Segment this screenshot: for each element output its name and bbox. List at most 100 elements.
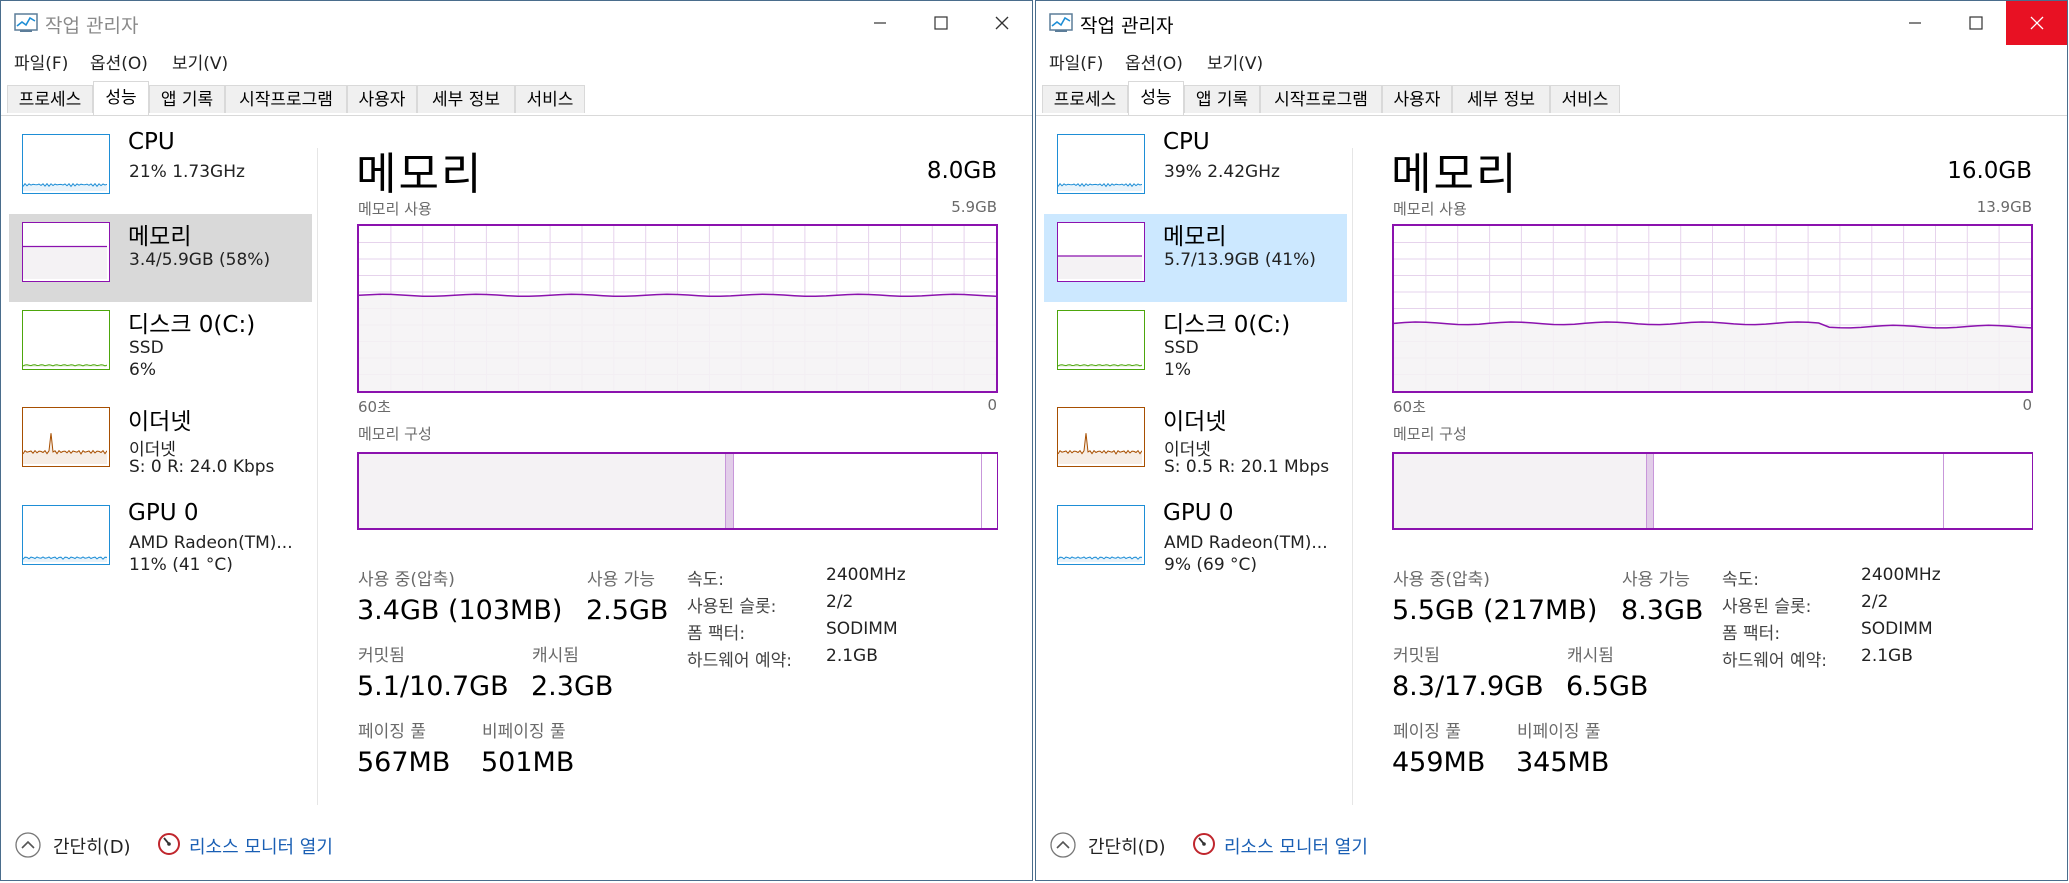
tab-performance[interactable]: 성능 xyxy=(93,81,149,115)
sidebar-item-mem[interactable]: 메모리 3.4/5.9GB (58%) xyxy=(9,214,312,302)
minimize-button[interactable] xyxy=(1884,1,1945,45)
menu-file[interactable]: 파일(F) xyxy=(14,49,68,74)
sidebar-item-eth[interactable]: 이더넷 이더넷 S: 0.5 R: 20.1 Mbps xyxy=(1044,399,1347,487)
gpu-mini-plot xyxy=(23,556,108,562)
sidebar-item-detail: 3.4/5.9GB (58%) xyxy=(129,250,271,270)
tab-performance[interactable]: 성능 xyxy=(1128,81,1184,115)
mini-plot-line xyxy=(1058,433,1143,455)
maximize-icon xyxy=(1968,16,1983,30)
detail-form-factor-label: 폼 팩터: xyxy=(687,624,746,644)
sidebar-item-detail: SSD xyxy=(129,338,164,358)
sidebar-item-detail: S: 0.5 R: 20.1 Mbps xyxy=(1164,457,1330,477)
sidebar-item-title: GPU 0 xyxy=(128,500,199,526)
menu-view[interactable]: 보기(V) xyxy=(172,49,228,74)
title-bar[interactable]: 작업 관리자 xyxy=(1036,1,2067,45)
sidebar-item-title: CPU xyxy=(1163,129,1210,155)
tab-app-history[interactable]: 앱 기록 xyxy=(149,85,225,113)
mini-plot-fill xyxy=(23,433,107,464)
stat-paged-pool-label: 페이징 풀 xyxy=(358,722,426,742)
cpu-thumbnail-graph xyxy=(1057,134,1145,194)
disk-mini-plot xyxy=(1058,364,1143,367)
resource-monitor-button[interactable] xyxy=(156,831,182,861)
chevron-up-icon xyxy=(15,832,41,858)
detail-form-factor-value: SODIMM xyxy=(826,619,898,639)
title-bar[interactable]: 작업 관리자 xyxy=(1,1,1032,45)
cpu-thumbnail-graph xyxy=(22,134,110,194)
sidebar-item-detail: 21% 1.73GHz xyxy=(129,162,245,182)
tab-users[interactable]: 사용자 xyxy=(347,85,417,113)
sidebar-item-detail: 5.7/13.9GB (41%) xyxy=(1164,250,1316,270)
resource-monitor-link[interactable]: 리소스 모니터 열기 xyxy=(189,833,333,859)
sidebar-item-gpu[interactable]: GPU 0 AMD Radeon(TM)... 11% (41 °C) xyxy=(9,497,312,585)
disk-thumbnail-graph xyxy=(22,310,110,370)
graph-axis-left: 60초 xyxy=(358,398,391,416)
fewer-details-link[interactable]: 간단히(D) xyxy=(53,833,131,859)
tab-details[interactable]: 세부 정보 xyxy=(417,85,515,113)
stat-paged-pool-value: 567MB xyxy=(357,747,451,778)
menu-file[interactable]: 파일(F) xyxy=(1049,49,1103,74)
window-title: 작업 관리자 xyxy=(1080,15,1174,37)
graph-axis-left: 60초 xyxy=(1393,398,1426,416)
fewer-details-button[interactable] xyxy=(1049,831,1077,863)
sidebar-item-disk[interactable]: 디스크 0(C:) SSD 6% xyxy=(9,302,312,390)
task-manager-icon xyxy=(14,13,38,33)
sidebar-item-cpu[interactable]: CPU 39% 2.42GHz xyxy=(1044,126,1347,214)
stat-committed-label: 커밋됨 xyxy=(1393,646,1440,666)
sidebar-item-detail: 39% 2.42GHz xyxy=(1164,162,1280,182)
mem-thumbnail-graph xyxy=(1057,222,1145,282)
close-button[interactable] xyxy=(2006,1,2067,45)
tab-services[interactable]: 서비스 xyxy=(1550,85,1620,113)
tab-services[interactable]: 서비스 xyxy=(515,85,585,113)
detail-slots-label: 사용된 슬롯: xyxy=(687,597,777,617)
resource-monitor-link[interactable]: 리소스 모니터 열기 xyxy=(1224,833,1368,859)
task-manager-window-right: 작업 관리자 파일(F) 옵션(O) 보기(V) 프로세스 성능 앱 기록 시작… xyxy=(1035,0,2068,881)
sidebar-item-eth[interactable]: 이더넷 이더넷 S: 0 R: 24.0 Kbps xyxy=(9,399,312,487)
stat-committed-label: 커밋됨 xyxy=(358,646,405,666)
detail-hw-reserved-label: 하드웨어 예약: xyxy=(1722,651,1827,671)
graph-axis-right: 0 xyxy=(987,396,997,414)
sidebar-item-title: 디스크 0(C:) xyxy=(128,312,256,338)
stat-nonpaged-pool-label: 비페이징 풀 xyxy=(1517,722,1601,742)
sidebar-item-title: 이더넷 xyxy=(1163,409,1227,435)
menu-options[interactable]: 옵션(O) xyxy=(1125,49,1183,74)
detail-slots-value: 2/2 xyxy=(1861,592,1889,612)
eth-thumbnail-graph xyxy=(22,407,110,467)
sidebar-item-detail: S: 0 R: 24.0 Kbps xyxy=(129,457,275,477)
eth-mini-plot xyxy=(23,433,108,464)
fewer-details-button[interactable] xyxy=(14,831,42,863)
maximize-icon xyxy=(933,16,948,30)
stat-cached-value: 2.3GB xyxy=(531,671,614,702)
composition-free xyxy=(1943,454,2032,528)
close-button[interactable] xyxy=(971,1,1032,45)
maximize-button[interactable] xyxy=(1945,1,2006,45)
stat-cached-value: 6.5GB xyxy=(1566,671,1649,702)
stat-available-value: 2.5GB xyxy=(586,595,669,626)
tab-processes[interactable]: 프로세스 xyxy=(1042,85,1128,113)
tab-app-history[interactable]: 앱 기록 xyxy=(1184,85,1260,113)
resource-monitor-button[interactable] xyxy=(1191,831,1217,861)
memory-composition-bar xyxy=(357,452,998,530)
sidebar-item-disk[interactable]: 디스크 0(C:) SSD 1% xyxy=(1044,302,1347,390)
disk-thumbnail-graph xyxy=(1057,310,1145,370)
memory-usage-label: 메모리 사용 xyxy=(358,200,432,218)
tab-details[interactable]: 세부 정보 xyxy=(1452,85,1550,113)
tab-processes[interactable]: 프로세스 xyxy=(7,85,93,113)
sidebar-item-title: 메모리 xyxy=(128,224,192,250)
fewer-details-link[interactable]: 간단히(D) xyxy=(1088,833,1166,859)
stat-paged-pool-label: 페이징 풀 xyxy=(1393,722,1461,742)
menu-view[interactable]: 보기(V) xyxy=(1207,49,1263,74)
sidebar-item-mem[interactable]: 메모리 5.7/13.9GB (41%) xyxy=(1044,214,1347,302)
maximize-button[interactable] xyxy=(910,1,971,45)
sidebar-item-detail: AMD Radeon(TM)... xyxy=(1164,533,1328,553)
sidebar-divider xyxy=(317,148,318,805)
tab-users[interactable]: 사용자 xyxy=(1382,85,1452,113)
tab-startup[interactable]: 시작프로그램 xyxy=(1260,85,1382,113)
tab-startup[interactable]: 시작프로그램 xyxy=(225,85,347,113)
sidebar-item-detail: 9% (69 °C) xyxy=(1164,555,1258,575)
tab-bar: 프로세스 성능 앱 기록 시작프로그램 사용자 세부 정보 서비스 xyxy=(1036,81,2067,116)
sidebar-item-cpu[interactable]: CPU 21% 1.73GHz xyxy=(9,126,312,214)
minimize-button[interactable] xyxy=(849,1,910,45)
menu-options[interactable]: 옵션(O) xyxy=(90,49,148,74)
sidebar-item-gpu[interactable]: GPU 0 AMD Radeon(TM)... 9% (69 °C) xyxy=(1044,497,1347,585)
memory-usage-plot xyxy=(359,226,996,391)
